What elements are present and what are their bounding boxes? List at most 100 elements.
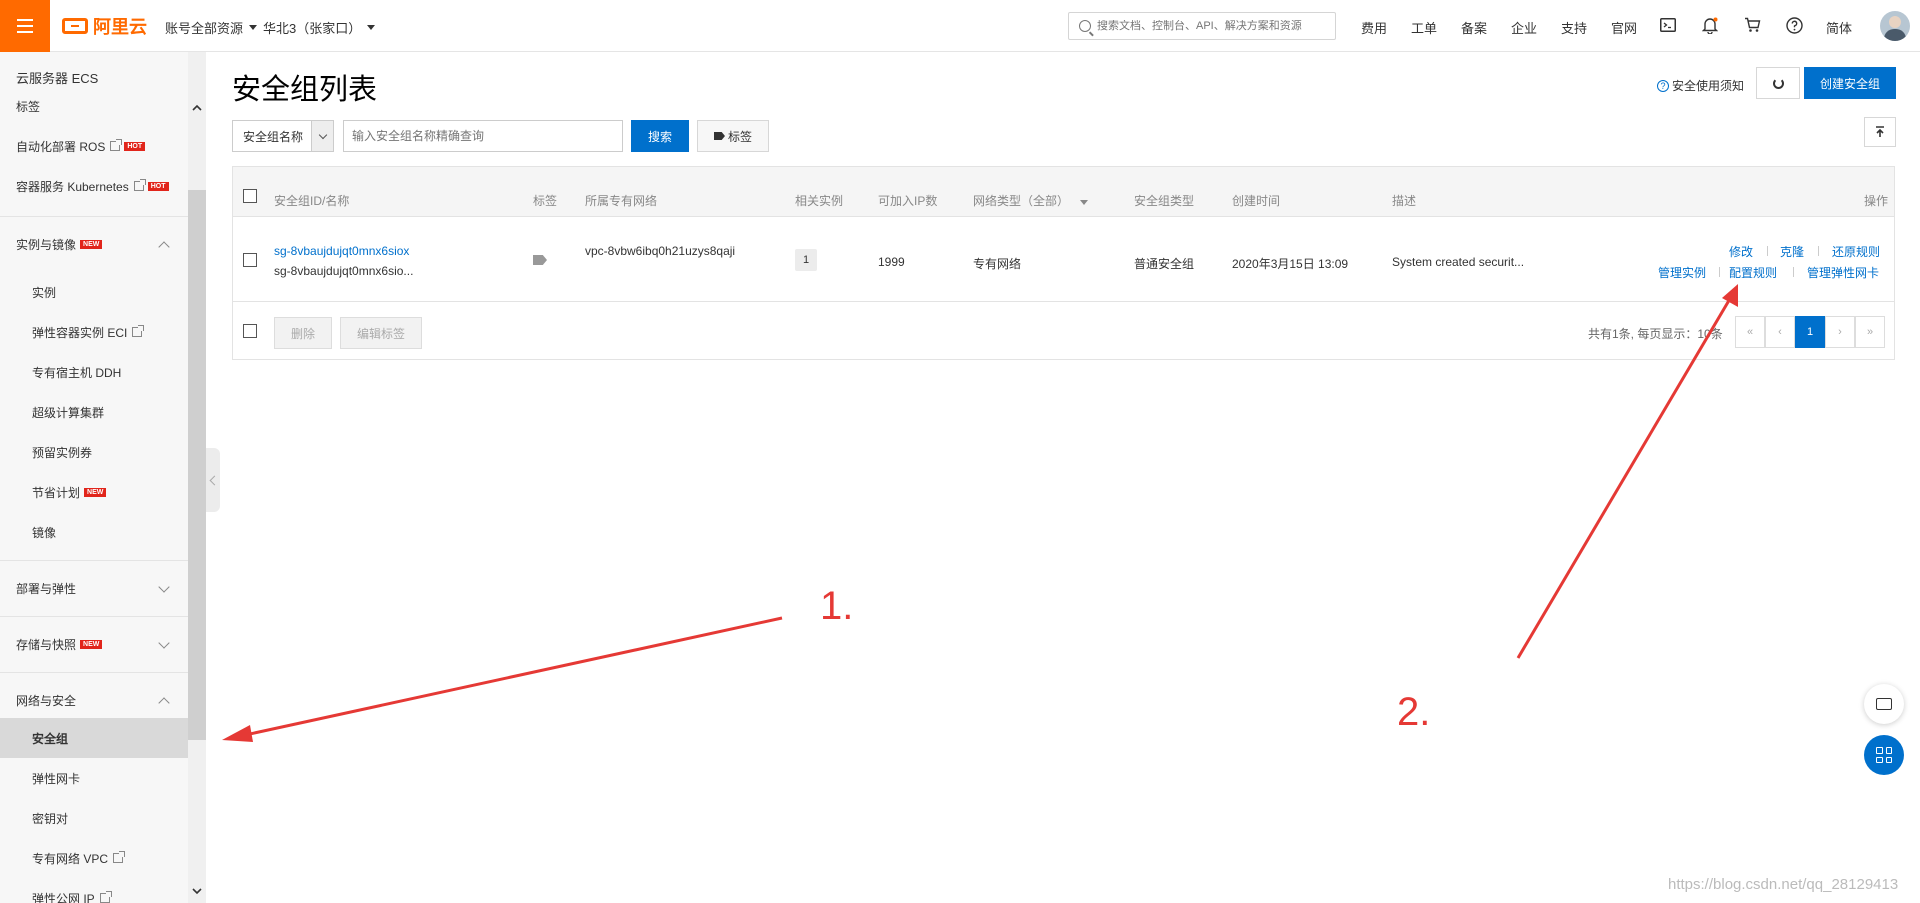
create-security-group-button[interactable]: 创建安全组: [1804, 67, 1896, 99]
configure-rules-link[interactable]: 配置规则: [1729, 264, 1777, 281]
sidebar-item-images[interactable]: 镜像: [0, 512, 188, 552]
chat-button[interactable]: [1864, 684, 1904, 724]
nav-link-support[interactable]: 支持: [1561, 18, 1587, 37]
annotation-label-1: 1.: [820, 584, 854, 628]
sidebar-item-label: 镜像: [32, 525, 57, 540]
account-resources-dropdown[interactable]: 账号全部资源: [165, 18, 258, 37]
scroll-down-arrow-icon[interactable]: [191, 886, 203, 898]
security-group-type: 普通安全组: [1134, 257, 1195, 271]
account-resources-label: 账号全部资源: [165, 21, 244, 36]
manage-eni-link[interactable]: 管理弹性网卡: [1807, 264, 1879, 281]
security-group-id-link[interactable]: sg-8vbaujdujqt0mnx6siox: [274, 244, 409, 258]
sidebar-item-label: 节省计划: [32, 485, 81, 500]
nav-link-fees[interactable]: 费用: [1361, 18, 1387, 37]
sidebar-item-vpc[interactable]: 专有网络 VPC: [0, 838, 188, 878]
first-page-button[interactable]: «: [1735, 316, 1765, 348]
modify-link[interactable]: 修改: [1729, 243, 1753, 260]
page-1-button[interactable]: 1: [1795, 316, 1825, 348]
edit-tags-button[interactable]: 编辑标签: [340, 317, 422, 349]
sidebar-item-tags[interactable]: 标签: [0, 96, 188, 116]
refresh-button[interactable]: [1756, 67, 1800, 99]
security-notice-link[interactable]: ? 安全使用须知: [1657, 77, 1744, 94]
external-link-icon: [99, 891, 112, 903]
sidebar-item-eci[interactable]: 弹性容器实例 ECI: [0, 312, 188, 352]
column-header-vpc: 所属专有网络: [585, 194, 658, 208]
sidebar-item-reserved-instances[interactable]: 预留实例券: [0, 432, 188, 472]
user-avatar[interactable]: [1880, 11, 1910, 41]
sidebar-item-instances[interactable]: 实例: [0, 272, 188, 312]
tag-icon[interactable]: [533, 255, 547, 265]
sidebar-item-label: 自动化部署 ROS: [16, 139, 106, 154]
tag-filter-button[interactable]: 标签: [697, 120, 769, 152]
region-dropdown[interactable]: 华北3（张家口）: [263, 18, 376, 37]
nav-link-official-site[interactable]: 官网: [1611, 18, 1637, 37]
search-button[interactable]: 搜索: [631, 120, 689, 152]
scroll-up-arrow-icon[interactable]: [191, 102, 203, 114]
table-header: 安全组ID/名称 标签 所属专有网络 相关实例 可加入IP数 网络类型（全部） …: [233, 167, 1894, 217]
sidebar-product-title[interactable]: 云服务器 ECS: [0, 52, 188, 96]
sidebar-item-eip[interactable]: 弹性公网 IP: [0, 878, 188, 903]
sidebar-group-instances-images[interactable]: 实例与镜像 NEW: [0, 216, 188, 272]
external-link-icon: [133, 179, 146, 191]
delete-button[interactable]: 删除: [274, 317, 332, 349]
security-group-name-input[interactable]: [343, 120, 623, 152]
column-header-network-type[interactable]: 网络类型（全部）: [973, 192, 1089, 209]
aliyun-logo[interactable]: 阿里云: [62, 12, 147, 40]
sidebar-item-label: 标签: [16, 99, 41, 114]
sidebar-scrollbar-thumb[interactable]: [188, 190, 206, 740]
action-separator: [1818, 246, 1819, 256]
global-search-input[interactable]: [1097, 20, 1327, 32]
prev-page-button[interactable]: ‹: [1765, 316, 1795, 348]
nav-link-enterprise[interactable]: 企业: [1511, 18, 1537, 37]
network-type: 专有网络: [973, 257, 1022, 271]
row-checkbox[interactable]: [243, 253, 257, 267]
sidebar-item-label: 弹性公网 IP: [32, 891, 95, 903]
caret-down-icon: [249, 25, 258, 30]
next-page-button[interactable]: ›: [1825, 316, 1855, 348]
terminal-icon[interactable]: [1658, 15, 1678, 35]
export-button[interactable]: [1864, 117, 1896, 147]
top-navigation-bar: 阿里云 账号全部资源 华北3（张家口） 费用 工单 备案 企业 支持 官网 简体: [0, 0, 1920, 52]
global-search-box[interactable]: [1068, 12, 1336, 40]
sidebar-item-savings-plan[interactable]: 节省计划 NEW: [0, 472, 188, 512]
footer-select-all-checkbox[interactable]: [243, 324, 257, 338]
sidebar-item-security-groups[interactable]: 安全组: [0, 718, 188, 758]
apps-button[interactable]: [1864, 735, 1904, 775]
sidebar-item-eni[interactable]: 弹性网卡: [0, 758, 188, 798]
dropdown-arrow[interactable]: [311, 121, 333, 151]
search-field-select[interactable]: 安全组名称: [232, 120, 334, 152]
sidebar-item-key-pairs[interactable]: 密钥对: [0, 798, 188, 838]
language-switch[interactable]: 简体: [1826, 18, 1852, 37]
sidebar-item-kubernetes[interactable]: 容器服务 Kubernetes HOT: [0, 166, 188, 206]
manage-instances-link[interactable]: 管理实例: [1658, 264, 1706, 281]
related-instances-count[interactable]: 1: [795, 249, 817, 271]
sidebar-collapse-toggle[interactable]: [206, 448, 220, 512]
search-button-label: 搜索: [647, 129, 672, 144]
logo-mark-icon: [62, 18, 88, 34]
sidebar-item-scc[interactable]: 超级计算集群: [0, 392, 188, 432]
sidebar-item-ros[interactable]: 自动化部署 ROS HOT: [0, 126, 188, 166]
sidebar-item-ddh[interactable]: 专有宿主机 DDH: [0, 352, 188, 392]
help-icon[interactable]: [1784, 15, 1804, 35]
clone-link[interactable]: 克隆: [1780, 243, 1804, 260]
restore-rules-link[interactable]: 还原规则: [1832, 243, 1880, 260]
chevron-down-icon: [158, 580, 170, 593]
bell-icon[interactable]: [1700, 15, 1720, 35]
sidebar-item-label: 专有宿主机 DDH: [32, 365, 122, 380]
select-all-checkbox[interactable]: [243, 189, 257, 203]
nav-link-icp[interactable]: 备案: [1461, 18, 1487, 37]
sidebar-product-title-text: 云服务器 ECS: [16, 71, 99, 86]
vpc-id: vpc-8vbw6ibq0h21uzys8qaji: [585, 244, 736, 258]
caret-down-icon: [1080, 200, 1089, 205]
sidebar: 标签 自动化部署 ROS HOT 容器服务 Kubernetes HOT 实例与…: [0, 52, 188, 903]
action-separator: [1793, 267, 1794, 277]
chevron-up-icon: [158, 696, 170, 709]
sidebar-group-storage-snapshots[interactable]: 存储与快照 NEW: [0, 616, 188, 672]
menu-icon[interactable]: [0, 0, 50, 52]
cart-icon[interactable]: [1742, 15, 1762, 35]
nav-link-tickets[interactable]: 工单: [1411, 18, 1437, 37]
new-badge: NEW: [84, 487, 107, 497]
sidebar-group-deploy-elastic[interactable]: 部署与弹性: [0, 560, 188, 616]
last-page-button[interactable]: »: [1855, 316, 1885, 348]
chevron-down-icon: [318, 130, 327, 139]
